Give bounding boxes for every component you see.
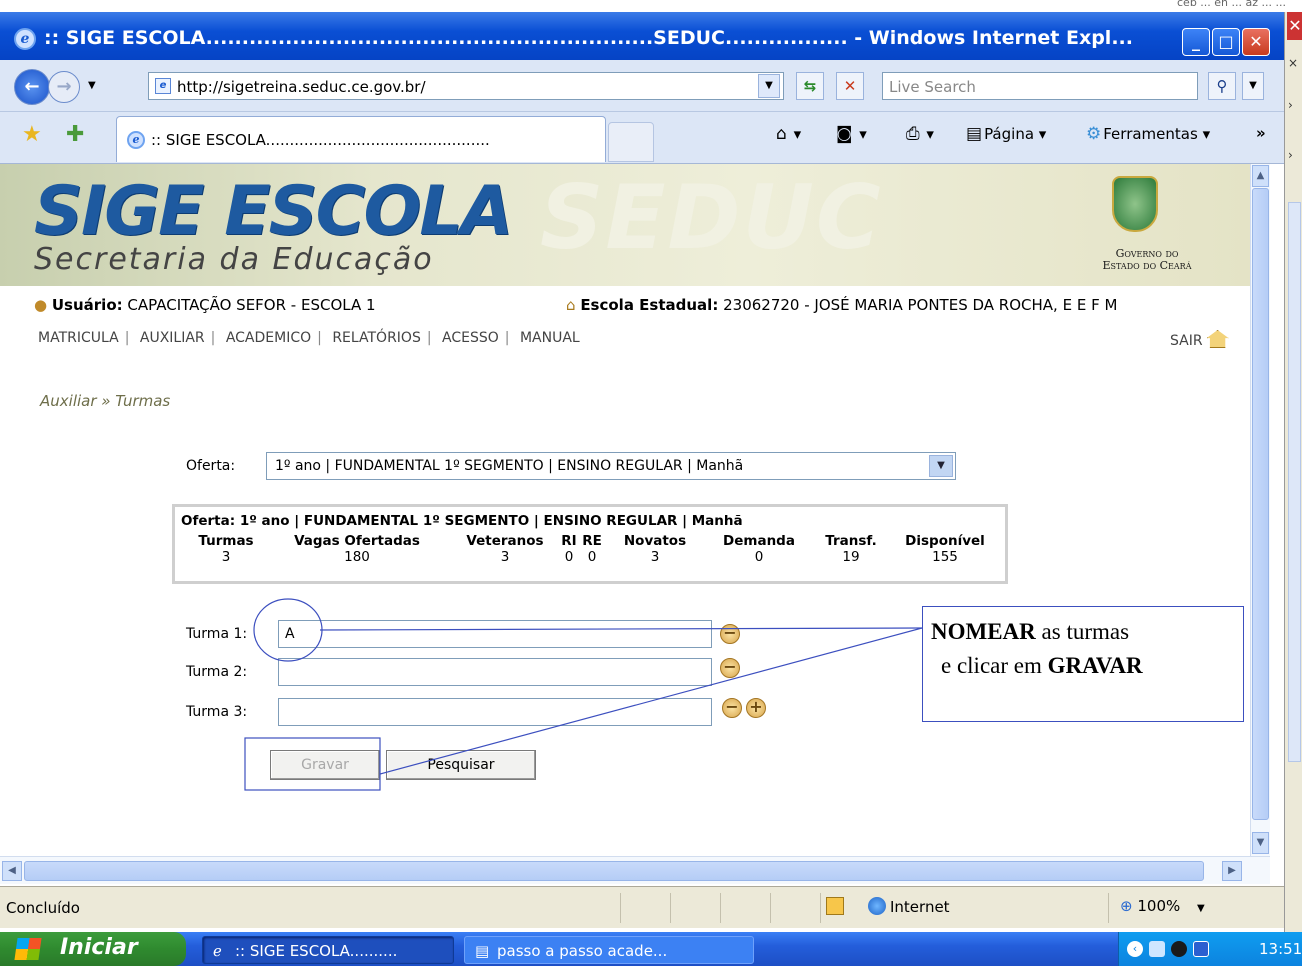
page-menu-label: Página [984, 125, 1035, 143]
chevron-right-icon: › [1288, 148, 1293, 162]
zoom-level: 100% [1137, 897, 1181, 915]
tools-menu-label: Ferramentas [1103, 125, 1198, 143]
scrollbar-thumb[interactable] [24, 861, 1204, 881]
zoom-icon: ⊕ [1120, 897, 1133, 915]
window-title-bar[interactable]: e :: SIGE ESCOLA........................… [0, 12, 1284, 60]
scroll-right-icon[interactable]: ▶ [1222, 861, 1242, 881]
annotation-overlay [244, 598, 923, 791]
protected-mode-icon [826, 897, 844, 915]
refresh-button[interactable]: ⇆ [796, 72, 824, 100]
clock: 13:51 [1259, 940, 1302, 958]
document-icon: ▤ [475, 942, 490, 960]
close-icon[interactable]: ✕ [1287, 12, 1302, 40]
address-bar: ← → ▼ e http://sigetreina.seduc.ce.gov.b… [0, 60, 1284, 112]
status-text: Concluído [6, 899, 80, 917]
tab-sige-escola[interactable]: e :: SIGE ESCOLA........................… [116, 116, 606, 162]
rss-icon: ◙ [836, 124, 853, 144]
annotation-line-2 [379, 627, 923, 775]
taskbar-item-browser[interactable]: ℯ :: SIGE ESCOLA.......... [202, 936, 454, 964]
page-viewport: SEDUC SIGE ESCOLA Secretaria da Educação… [0, 164, 1250, 856]
recent-pages-dropdown-icon[interactable]: ▼ [88, 80, 96, 91]
security-zone[interactable]: Internet [826, 897, 950, 916]
zoom-control[interactable]: ⊕ 100% ▼ [1120, 897, 1205, 915]
horizontal-scrollbar[interactable]: ◀ ▶ [0, 856, 1270, 884]
back-button[interactable]: ← [14, 69, 50, 105]
search-icon[interactable]: ⚲ [1208, 72, 1236, 100]
page-icon: ▤ [966, 124, 983, 144]
printer-icon: ⎙ [906, 124, 920, 144]
chevron-right-icon: › [1288, 98, 1293, 112]
url-dropdown-icon[interactable]: ▼ [758, 74, 780, 98]
feeds-button[interactable]: ◙ ▾ [836, 124, 867, 144]
close-button[interactable]: ✕ [1242, 28, 1270, 56]
scroll-up-icon[interactable]: ▲ [1252, 165, 1269, 187]
close-icon: × [1288, 56, 1299, 70]
tray-app-icon[interactable] [1171, 941, 1187, 957]
vertical-scrollbar[interactable]: ▲ ▼ [1250, 164, 1270, 856]
maximize-button[interactable]: □ [1212, 28, 1240, 56]
internet-explorer-icon: e [14, 28, 36, 50]
page-icon: e [155, 78, 171, 94]
background-scrollbar [1288, 202, 1301, 762]
scrollbar-thumb[interactable] [1252, 188, 1269, 820]
gear-icon: ⚙ [1086, 124, 1102, 144]
internet-explorer-icon: e [127, 131, 145, 149]
annotation-box [244, 737, 381, 791]
annotation-line-1 [319, 627, 923, 631]
forward-button[interactable]: → [48, 71, 80, 103]
background-top-strip: ceb ... en ... az ... ... [0, 0, 1302, 12]
home-button[interactable]: ⌂ ▾ [776, 124, 801, 144]
status-divider [770, 893, 771, 923]
status-divider [670, 893, 671, 923]
scroll-left-icon[interactable]: ◀ [2, 861, 22, 881]
url-text: http://sigetreina.seduc.ce.gov.br/ [177, 78, 426, 96]
add-favorites-icon[interactable]: ✚ [66, 122, 84, 147]
search-input[interactable]: Live Search [882, 72, 1198, 100]
home-icon: ⌂ [776, 124, 787, 144]
stop-button[interactable]: ✕ [836, 72, 864, 100]
internet-explorer-icon: ℯ [213, 942, 222, 960]
tools-menu-button[interactable]: ⚙ Ferramentas ▾ [1086, 124, 1210, 144]
tray-expand-icon[interactable]: ‹ [1127, 941, 1143, 957]
windows-logo-icon [14, 938, 42, 960]
tray-window-icon[interactable] [1193, 941, 1209, 957]
start-label: Iniciar [60, 935, 138, 960]
globe-icon [868, 897, 886, 915]
start-button[interactable]: Iniciar [0, 932, 186, 966]
network-icon[interactable] [1149, 941, 1165, 957]
page-menu-button[interactable]: ▤ Página ▾ [966, 124, 1046, 144]
status-divider [720, 893, 721, 923]
system-tray: ‹ 13:51 [1118, 932, 1302, 966]
more-chevron-icon[interactable]: » [1256, 124, 1266, 142]
status-bar: Concluído Internet ⊕ 100% ▼ [0, 886, 1284, 928]
favorites-star-icon[interactable]: ★ [22, 122, 42, 147]
taskbar-item-document[interactable]: ▤ passo a passo acade... [464, 936, 754, 964]
status-divider [820, 893, 821, 923]
tab-bar: ★ ✚ e :: SIGE ESCOLA....................… [0, 112, 1284, 164]
status-divider [1108, 893, 1109, 923]
taskbar: Iniciar ℯ :: SIGE ESCOLA.......... ▤ pas… [0, 932, 1302, 966]
taskbar-item-label: :: SIGE ESCOLA.......... [235, 942, 398, 960]
annotation-circle [253, 598, 323, 662]
partial-background-text: ceb ... en ... az ... ... [1177, 0, 1286, 9]
zone-label: Internet [890, 898, 950, 916]
print-button[interactable]: ⎙ ▾ [906, 124, 934, 144]
scroll-down-icon[interactable]: ▼ [1252, 832, 1269, 854]
status-divider [620, 893, 621, 923]
tab-label: :: SIGE ESCOLA..........................… [151, 131, 490, 149]
search-options-dropdown-icon[interactable]: ▼ [1242, 72, 1264, 100]
taskbar-item-label: passo a passo acade... [497, 942, 668, 960]
new-tab-button[interactable] [608, 122, 654, 162]
background-window-edge: ✕ × › › [1284, 12, 1302, 932]
url-input[interactable]: e http://sigetreina.seduc.ce.gov.br/ [148, 72, 784, 100]
chevron-down-icon[interactable]: ▼ [1197, 903, 1205, 914]
window-title: :: SIGE ESCOLA..........................… [44, 27, 1133, 49]
minimize-button[interactable]: _ [1182, 28, 1210, 56]
